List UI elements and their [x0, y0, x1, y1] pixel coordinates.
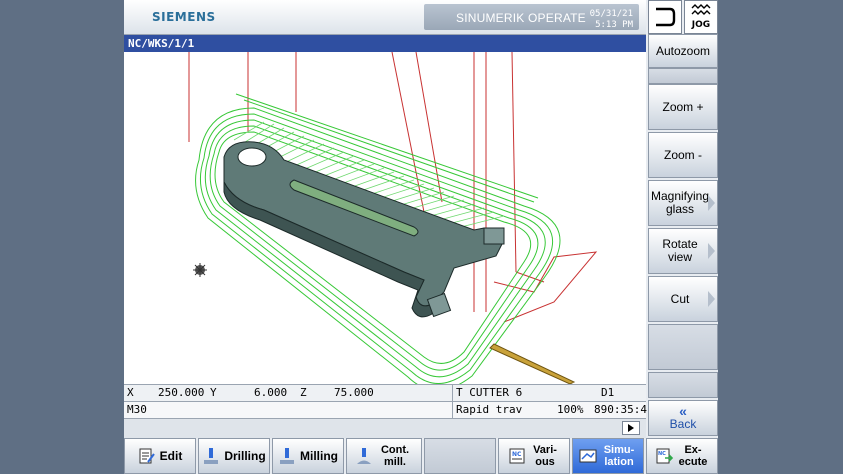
svg-text:NC: NC	[658, 451, 666, 457]
program-status-row: M30 Rapid trav 100% 890:35:4	[124, 401, 647, 418]
simulation-view[interactable]	[124, 52, 646, 384]
submenu-arrow-icon	[708, 291, 715, 307]
softkey-blank-2[interactable]	[648, 324, 718, 370]
various-icon: NC	[509, 448, 525, 464]
jog-wave-icon	[691, 4, 711, 15]
softkey-bottom-blank[interactable]	[424, 438, 496, 474]
contour-mill-icon	[357, 448, 371, 464]
contour-milling-label: Cont. mill.	[380, 444, 410, 468]
zoom-in-label: Zoom +	[662, 99, 704, 114]
contour-milling-button[interactable]: Cont. mill.	[346, 438, 422, 474]
channel-icon	[656, 7, 676, 27]
magnifying-glass-button[interactable]: Magnifying glass	[648, 180, 718, 226]
drilling-label: Drilling	[224, 449, 266, 463]
program-channel-button[interactable]	[648, 0, 682, 34]
magnifying-glass-label: Magnifying glass	[650, 189, 710, 216]
date-text: 05/31/21	[589, 9, 633, 19]
workpiece-origin-icon	[193, 263, 207, 277]
svg-text:NC: NC	[512, 451, 522, 458]
simulation-icon	[579, 449, 597, 463]
back-label: Back	[669, 417, 697, 431]
milling-label: Milling	[300, 449, 338, 463]
machining-time: 890:35:4	[594, 403, 647, 416]
time-text: 5:13 PM	[595, 20, 633, 30]
execute-label: Ex- ecute	[678, 444, 708, 468]
simulation-canvas[interactable]	[124, 52, 646, 384]
autozoom-button[interactable]: Autozoom	[648, 34, 718, 68]
motion-status: Rapid trav	[456, 403, 523, 416]
rotate-view-label: Rotate view	[662, 237, 698, 264]
submenu-arrow-icon	[708, 243, 715, 259]
softkey-blank-1[interactable]	[648, 68, 718, 84]
current-block: M30	[127, 403, 147, 416]
simulation-button[interactable]: Simu- lation	[572, 438, 644, 474]
header-bar: SIEMENS SINUMERIK OPERATE 05/31/21 5:13 …	[124, 0, 646, 35]
z-position-value: 75.000	[334, 386, 374, 399]
execute-icon: NC	[656, 448, 674, 464]
position-row: X 250.000 Y 6.000 Z 75.000 T CUTTER 6 D1	[124, 384, 646, 401]
jog-mode-label: JOG	[691, 20, 711, 30]
execute-button[interactable]: NC Ex- ecute	[646, 438, 718, 474]
milling-button[interactable]: Milling	[272, 438, 344, 474]
playback-row	[124, 418, 646, 438]
cut-label: Cut	[670, 291, 690, 306]
milling-icon	[280, 448, 294, 464]
autozoom-label: Autozoom	[655, 43, 711, 58]
drilling-button[interactable]: Drilling	[198, 438, 270, 474]
play-button[interactable]	[622, 421, 640, 435]
x-position-value: 250.000	[158, 386, 205, 399]
cutter-tool	[489, 343, 576, 384]
z-axis-label: Z	[300, 386, 307, 399]
hmi-screen: SIEMENS SINUMERIK OPERATE 05/31/21 5:13 …	[124, 0, 718, 474]
edit-icon	[139, 448, 155, 464]
date-time: 05/31/21 5:13 PM	[590, 9, 633, 31]
drilling-icon	[204, 448, 219, 464]
various-button[interactable]: NC Vari- ous	[498, 438, 570, 474]
feed-override: 100%	[557, 403, 584, 416]
y-position-value: 6.000	[254, 386, 288, 399]
cut-button[interactable]: Cut	[648, 276, 718, 322]
x-axis-label: X	[127, 386, 134, 399]
tool-offset: D1	[601, 386, 615, 399]
header-band: SINUMERIK OPERATE 05/31/21 5:13 PM	[424, 4, 639, 30]
zoom-out-label: Zoom -	[663, 147, 702, 162]
rotate-view-button[interactable]: Rotate view	[648, 228, 718, 274]
active-tool: T CUTTER 6	[456, 386, 523, 399]
edit-label: Edit	[159, 449, 183, 463]
softkey-blank-3[interactable]	[648, 372, 718, 398]
brand-logo: SIEMENS	[152, 10, 216, 24]
various-label: Vari- ous	[533, 444, 557, 468]
submenu-arrow-icon	[708, 195, 715, 211]
y-axis-label: Y	[210, 386, 217, 399]
jog-mode-button[interactable]: JOG	[684, 0, 718, 34]
play-icon	[628, 424, 634, 432]
simulation-label: Simu- lation	[603, 444, 635, 468]
edit-button[interactable]: Edit	[124, 438, 196, 474]
product-title: SINUMERIK OPERATE	[456, 11, 586, 25]
zoom-out-button[interactable]: Zoom -	[648, 132, 718, 178]
zoom-in-button[interactable]: Zoom +	[648, 84, 718, 130]
back-button[interactable]: « Back	[648, 400, 718, 436]
program-path-bar: NC/WKS/1/1	[124, 35, 646, 52]
